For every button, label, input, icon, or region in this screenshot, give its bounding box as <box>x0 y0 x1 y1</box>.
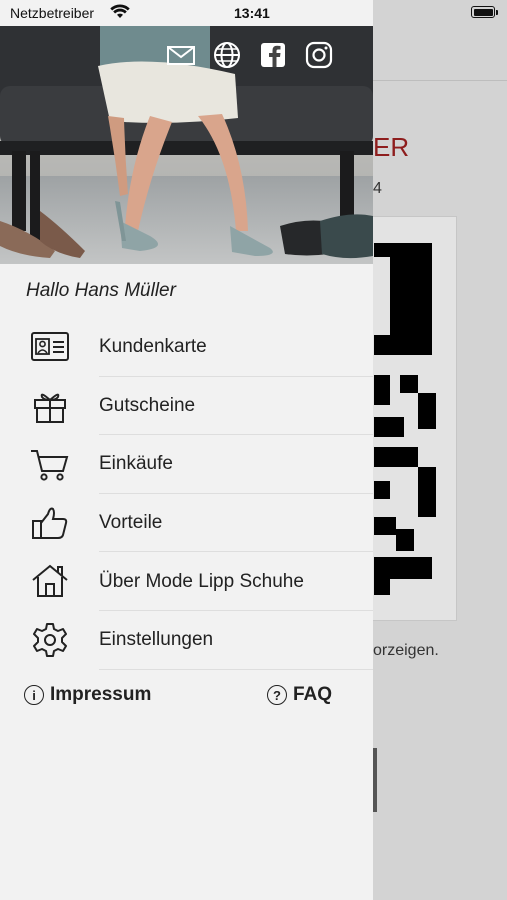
house-icon <box>30 562 70 600</box>
globe-icon[interactable] <box>212 40 242 70</box>
wifi-icon <box>110 4 130 24</box>
faq-label: FAQ <box>293 684 333 705</box>
thumbs-up-icon <box>30 504 70 542</box>
menu-item-kundenkarte[interactable]: Kundenkarte <box>0 318 373 377</box>
impressum-link[interactable]: i Impressum <box>24 684 151 706</box>
qr-code-card <box>363 216 457 621</box>
status-bar: Netzbetreiber 13:41 <box>0 0 507 26</box>
facebook-icon[interactable] <box>258 40 288 70</box>
background-screen: ER 4 orzeigen. <box>363 0 507 900</box>
background-subtext: 4 <box>373 180 382 197</box>
menu-item-einkaeufe[interactable]: Einkäufe <box>0 435 373 494</box>
menu-item-label: Über Mode Lipp Schuhe <box>99 570 304 592</box>
drawer-menu: Kundenkarte Gutscheine Einkäufe Vorteile <box>0 318 373 670</box>
faq-link[interactable]: ? FAQ <box>267 684 332 706</box>
menu-item-label: Kundenkarte <box>99 336 207 358</box>
background-element <box>373 748 377 812</box>
impressum-label: Impressum <box>50 684 152 705</box>
mail-icon[interactable] <box>166 40 196 70</box>
cart-icon <box>30 445 70 483</box>
menu-item-einstellungen[interactable]: Einstellungen <box>0 611 373 670</box>
divider <box>99 668 373 670</box>
id-card-icon <box>30 328 70 366</box>
help-icon: ? <box>267 685 287 705</box>
background-heading: ER <box>373 132 410 162</box>
side-drawer: Hallo Hans Müller Kundenkarte Gutscheine… <box>0 0 373 900</box>
menu-item-ueber-uns[interactable]: Über Mode Lipp Schuhe <box>0 552 373 611</box>
info-icon: i <box>24 685 44 705</box>
clock: 13:41 <box>234 5 270 21</box>
menu-item-gutscheine[interactable]: Gutscheine <box>0 377 373 436</box>
gear-icon <box>30 621 70 659</box>
menu-item-label: Gutscheine <box>99 394 196 416</box>
gift-icon <box>30 387 70 425</box>
carrier-label: Netzbetreiber <box>10 5 95 21</box>
greeting: Hallo Hans Müller <box>26 280 176 301</box>
battery-icon <box>471 6 498 18</box>
social-links <box>166 40 334 70</box>
menu-item-label: Einkäufe <box>99 453 173 475</box>
menu-item-label: Einstellungen <box>99 629 214 651</box>
background-hint: orzeigen. <box>373 642 439 659</box>
instagram-icon[interactable] <box>304 40 334 70</box>
drawer-footer: i Impressum ? FAQ <box>24 684 344 712</box>
divider <box>373 80 507 81</box>
menu-item-label: Vorteile <box>99 512 163 534</box>
menu-item-vorteile[interactable]: Vorteile <box>0 494 373 553</box>
